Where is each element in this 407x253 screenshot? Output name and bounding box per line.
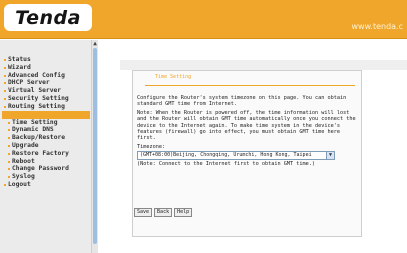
bullet-icon <box>4 113 6 116</box>
bullet-icon <box>4 183 6 186</box>
bullet-icon <box>8 152 10 155</box>
panel-content: Configure the Router's system timezone o… <box>137 95 357 168</box>
sidebar-subitem-restore-factory[interactable]: Restore Factory <box>2 150 90 158</box>
chevron-down-icon[interactable]: ▼ <box>326 152 334 160</box>
sidebar-scrollbar[interactable]: ▲ <box>91 40 98 253</box>
bullet-icon <box>4 66 6 69</box>
help-button[interactable]: Help <box>174 208 193 217</box>
bullet-icon <box>4 59 6 61</box>
sidebar-subitem-change-password[interactable]: Change Password <box>2 165 90 173</box>
bullet-icon <box>4 90 6 93</box>
bullet-icon <box>8 137 10 140</box>
connect-note: (Note: Connect to the Internet first to … <box>137 161 316 168</box>
header-bar: Tenda www.tenda.c <box>0 0 407 39</box>
sidebar-item-virtual-server[interactable]: Virtual Server <box>2 87 90 95</box>
note-text: Note: When the Router is powered off, th… <box>137 109 356 142</box>
bullet-icon <box>4 105 6 108</box>
bullet-icon <box>8 176 10 179</box>
panel-title: Time Setting <box>155 74 192 80</box>
logo-text: Tenda <box>15 6 81 29</box>
sidebar-item-system-tools[interactable]: System Tools <box>2 110 90 119</box>
bullet-icon <box>4 74 6 77</box>
sidebar-subitem-backup-restore[interactable]: Backup/Restore <box>2 134 90 142</box>
scrollbar-thumb[interactable] <box>93 48 97 244</box>
sidebar-item-routing-setting[interactable]: Routing Setting <box>2 103 90 111</box>
router-admin-page: Tenda www.tenda.c ▲ Status Wizard Advanc… <box>0 0 407 253</box>
sidebar-item-wizard[interactable]: Wizard <box>2 64 90 72</box>
intro-text: Configure the Router's system timezone o… <box>137 95 347 108</box>
back-button[interactable]: Back <box>154 208 173 217</box>
sidebar-item-status[interactable]: Status <box>2 56 90 64</box>
panel-title-bar: Time Setting <box>145 74 355 86</box>
tenda-logo: Tenda <box>4 4 92 31</box>
site-url[interactable]: www.tenda.c <box>352 22 404 31</box>
action-buttons: Save Back Help <box>134 208 193 217</box>
sidebar-subitem-reboot[interactable]: Reboot <box>2 158 90 166</box>
sidebar-item-security-setting[interactable]: Security Setting <box>2 95 78 103</box>
sidebar-subitem-upgrade[interactable]: Upgrade <box>2 142 90 150</box>
sidebar-nav: Status Wizard Advanced Config DHCP Serve… <box>2 56 90 189</box>
sidebar-subitem-dynamic-dns[interactable]: Dynamic DNS <box>2 126 90 134</box>
timezone-select[interactable]: (GMT+08:00)Beijing, Chongqing, Urumchi, … <box>137 151 335 161</box>
bullet-icon <box>8 144 10 147</box>
bullet-icon <box>8 160 10 163</box>
timezone-value: (GMT+08:00)Beijing, Chongqing, Urumchi, … <box>140 152 312 159</box>
bullet-icon <box>8 129 10 132</box>
save-button[interactable]: Save <box>134 208 153 217</box>
bullet-icon <box>4 82 6 85</box>
bullet-icon <box>4 97 6 100</box>
sidebar-item-advanced-config[interactable]: Advanced Config <box>2 72 90 80</box>
bullet-icon <box>8 168 10 171</box>
bullet-icon <box>8 121 10 124</box>
timezone-label: Timezone: <box>137 143 166 150</box>
sidebar-item-logout[interactable]: Logout <box>2 181 90 189</box>
main-content: Time Setting Configure the Router's syst… <box>98 40 407 253</box>
sidebar-subitem-syslog[interactable]: Syslog <box>2 173 90 181</box>
content-top-bar <box>120 60 407 70</box>
